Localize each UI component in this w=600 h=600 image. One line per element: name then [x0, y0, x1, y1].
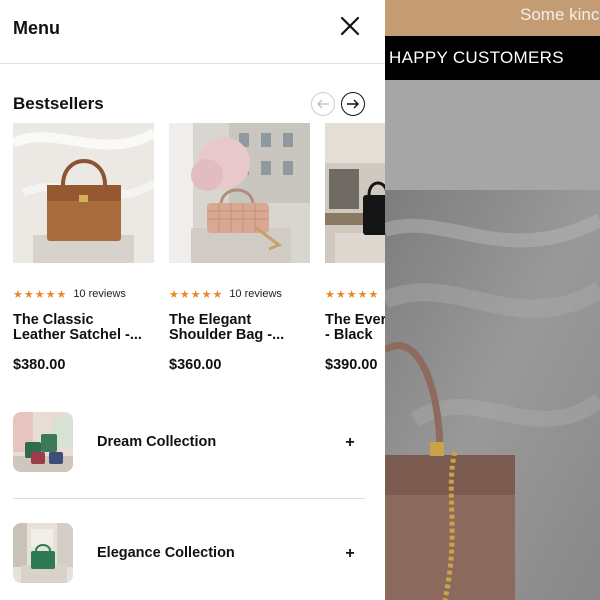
collection-label[interactable]: Elegance Collection: [97, 545, 235, 561]
product-name[interactable]: The Elegant Shoulder Bag -...: [169, 313, 319, 343]
arrow-left-icon: [317, 99, 329, 109]
star-rating-icon: ★★★★★: [325, 288, 380, 301]
happy-customers-heading: HAPPY CUSTOMERS: [389, 48, 564, 67]
product-image[interactable]: [325, 123, 385, 263]
menu-drawer: Menu Bestsellers ★★★★★ 10 reviews The Cl…: [0, 0, 385, 600]
product-price: $380.00: [13, 357, 66, 373]
review-count: 10 reviews: [229, 288, 282, 300]
product-name[interactable]: The Classic Leather Satchel -...: [13, 313, 163, 343]
drawer-header: Menu: [0, 0, 385, 64]
happy-customers-banner: HAPPY CUSTOMERS: [385, 36, 600, 80]
star-rating-icon: ★★★★★: [13, 288, 68, 301]
collection-item-dream[interactable]: Dream Collection +: [13, 412, 365, 472]
close-icon[interactable]: [338, 14, 362, 38]
promo-bar: Some kinc: [385, 0, 600, 36]
rating: ★★★★★ 10 reviews: [13, 287, 154, 301]
rating: ★★★★★: [325, 287, 385, 301]
product-image[interactable]: [169, 123, 310, 263]
hero-image: [385, 190, 600, 600]
product-price: $360.00: [169, 357, 222, 373]
promo-text: Some kinc: [520, 5, 600, 24]
product-image[interactable]: [13, 123, 154, 263]
hero-placeholder: [385, 80, 600, 190]
collection-thumbnail: [13, 412, 73, 472]
product-card[interactable]: ★★★★★ The Ever - Black $390.00: [325, 123, 385, 373]
carousel-next-button[interactable]: [341, 92, 365, 116]
product-name[interactable]: The Ever - Black: [325, 313, 385, 343]
plus-icon[interactable]: +: [344, 545, 356, 563]
collection-thumbnail: [13, 523, 73, 583]
product-price: $390.00: [325, 357, 378, 373]
product-card[interactable]: ★★★★★ 10 reviews The Classic Leather Sat…: [13, 123, 154, 373]
arrow-right-icon: [347, 99, 359, 109]
star-rating-icon: ★★★★★: [169, 288, 224, 301]
divider: [13, 498, 365, 499]
carousel-prev-button[interactable]: [311, 92, 335, 116]
bestsellers-carousel[interactable]: ★★★★★ 10 reviews The Classic Leather Sat…: [13, 123, 385, 383]
rating: ★★★★★ 10 reviews: [169, 287, 310, 301]
collection-label[interactable]: Dream Collection: [97, 434, 216, 450]
plus-icon[interactable]: +: [344, 434, 356, 452]
product-card[interactable]: ★★★★★ 10 reviews The Elegant Shoulder Ba…: [169, 123, 310, 373]
bestsellers-title: Bestsellers: [13, 94, 104, 113]
collection-item-elegance[interactable]: Elegance Collection +: [13, 523, 365, 583]
review-count: 10 reviews: [73, 288, 126, 300]
menu-title: Menu: [13, 18, 60, 38]
